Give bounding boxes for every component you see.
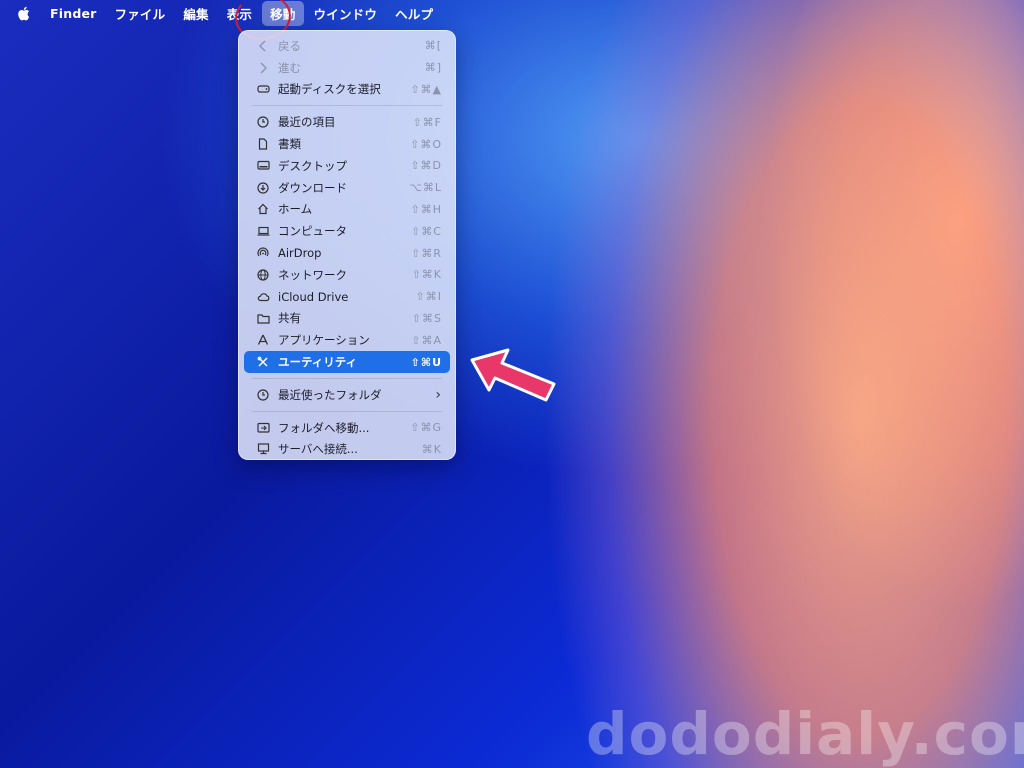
- shortcut: ⌘[: [424, 39, 442, 53]
- menubar-finder[interactable]: Finder: [42, 3, 105, 24]
- shortcut: ⇧⌘K: [411, 268, 442, 282]
- folder-go-icon: [256, 421, 270, 435]
- shortcut: ⇧⌘A: [411, 333, 442, 347]
- menu-item-label: 共有: [278, 311, 301, 326]
- menu-item-computer[interactable]: コンピュータ ⇧⌘C: [244, 220, 450, 242]
- menu-item-network[interactable]: ネットワーク ⇧⌘K: [244, 264, 450, 286]
- menu-item-label: iCloud Drive: [278, 289, 349, 304]
- menu-item-label: AirDrop: [278, 246, 322, 261]
- shortcut: ⇧⌘R: [411, 246, 442, 260]
- menu-separator: [252, 105, 442, 107]
- chevron-right-icon: [256, 61, 270, 75]
- annotation-arrow-icon: [470, 348, 556, 402]
- menubar-help[interactable]: ヘルプ: [387, 1, 441, 26]
- shortcut: ⇧⌘H: [410, 202, 442, 216]
- menu-item-desktop[interactable]: デスクトップ ⇧⌘D: [244, 155, 450, 177]
- shared-folder-icon: [256, 311, 270, 325]
- home-icon: [256, 202, 270, 216]
- globe-icon: [256, 268, 270, 282]
- menu-item-label: 最近の項目: [278, 115, 336, 130]
- go-menu-dropdown: 戻る ⌘[ 進む ⌘] 起動ディスクを選択 ⇧⌘▲ 最近の項目 ⇧⌘F 書類 ⇧…: [238, 30, 456, 460]
- watermark: dododialy.com: [586, 700, 1024, 768]
- desktop-icon: [256, 159, 270, 173]
- disk-icon: [256, 82, 270, 96]
- menu-item-startup-disk[interactable]: 起動ディスクを選択 ⇧⌘▲: [244, 79, 450, 101]
- shortcut: ⇧⌘S: [411, 311, 442, 325]
- server-icon: [256, 442, 270, 456]
- download-icon: [256, 181, 270, 195]
- menu-item-label: サーバへ接続...: [278, 442, 358, 457]
- menu-item-recents[interactable]: 最近の項目 ⇧⌘F: [244, 111, 450, 133]
- chevron-left-icon: [256, 39, 270, 53]
- menu-separator: [252, 410, 442, 412]
- tools-icon: [256, 355, 270, 369]
- menu-item-utilities[interactable]: ユーティリティ ⇧⌘U: [244, 351, 450, 373]
- shortcut: ⇧⌘G: [410, 421, 442, 435]
- laptop-icon: [256, 224, 270, 238]
- submenu-chevron-icon: ›: [435, 386, 442, 403]
- shortcut: ⌥⌘L: [409, 181, 442, 195]
- menu-item-forward[interactable]: 進む ⌘]: [244, 57, 450, 79]
- menu-separator: [252, 377, 442, 379]
- clock-icon: [256, 115, 270, 129]
- menu-item-label: 書類: [278, 137, 301, 152]
- airdrop-icon: [256, 246, 270, 260]
- menu-item-recent-folders[interactable]: 最近使ったフォルダ ›: [244, 384, 450, 406]
- menu-item-back[interactable]: 戻る ⌘[: [244, 35, 450, 57]
- menu-item-airdrop[interactable]: AirDrop ⇧⌘R: [244, 242, 450, 264]
- menu-item-label: コンピュータ: [278, 224, 347, 239]
- menu-item-label: フォルダへ移動...: [278, 420, 370, 435]
- shortcut: ⇧⌘F: [412, 115, 442, 129]
- menu-item-label: ネットワーク: [278, 267, 347, 282]
- clock-icon: [256, 388, 270, 402]
- apple-logo-icon[interactable]: [16, 5, 30, 21]
- menu-item-icloud-drive[interactable]: iCloud Drive ⇧⌘I: [244, 286, 450, 308]
- menubar-file[interactable]: ファイル: [107, 1, 174, 26]
- menubar-window[interactable]: ウインドウ: [306, 1, 386, 26]
- menu-item-documents[interactable]: 書類 ⇧⌘O: [244, 133, 450, 155]
- menu-item-connect-to-server[interactable]: サーバへ接続... ⌘K: [244, 439, 450, 461]
- shortcut: ⇧⌘D: [410, 159, 442, 173]
- menu-item-home[interactable]: ホーム ⇧⌘H: [244, 199, 450, 221]
- shortcut: ⇧⌘I: [415, 290, 442, 304]
- shortcut: ⇧⌘C: [411, 224, 442, 238]
- menubar-edit[interactable]: 編集: [175, 1, 216, 26]
- menu-item-label: アプリケーション: [278, 333, 370, 348]
- shortcut: ⌘K: [421, 442, 442, 456]
- shortcut: ⇧⌘O: [410, 137, 442, 151]
- shortcut: ⇧⌘▲: [410, 82, 442, 96]
- menu-item-label: ユーティリティ: [278, 355, 358, 370]
- menu-item-label: ホーム: [278, 202, 313, 217]
- menu-item-go-to-folder[interactable]: フォルダへ移動... ⇧⌘G: [244, 417, 450, 439]
- menu-item-label: 最近使ったフォルダ: [278, 387, 382, 402]
- shortcut: ⇧⌘U: [410, 355, 442, 369]
- menu-item-label: ダウンロード: [278, 180, 347, 195]
- menu-item-label: デスクトップ: [278, 158, 347, 173]
- menu-item-label: 戻る: [278, 38, 301, 53]
- menu-item-applications[interactable]: アプリケーション ⇧⌘A: [244, 329, 450, 351]
- applications-icon: [256, 333, 270, 347]
- menu-item-label: 進む: [278, 60, 301, 75]
- cloud-icon: [256, 290, 270, 304]
- document-icon: [256, 137, 270, 151]
- menu-bar: Finder ファイル 編集 表示 移動 ウインドウ ヘルプ: [0, 0, 1024, 26]
- menu-item-shared[interactable]: 共有 ⇧⌘S: [244, 308, 450, 330]
- menu-item-label: 起動ディスクを選択: [278, 82, 381, 97]
- shortcut: ⌘]: [424, 61, 442, 75]
- menu-item-downloads[interactable]: ダウンロード ⌥⌘L: [244, 177, 450, 199]
